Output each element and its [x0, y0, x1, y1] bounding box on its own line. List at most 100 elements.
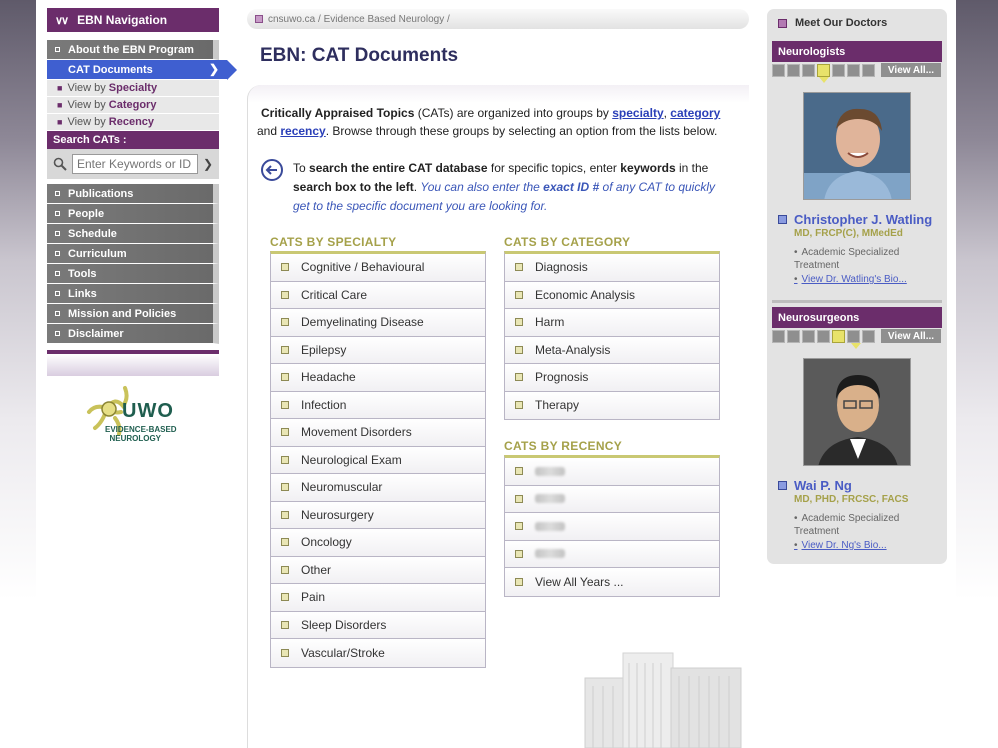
category-item[interactable]: Therapy	[505, 391, 719, 419]
specialty-label: Vascular/Stroke	[301, 645, 385, 660]
pager-dot[interactable]	[832, 63, 845, 77]
search-cats-heading: Search CATs :	[47, 131, 219, 149]
nav-item-about[interactable]: About the EBN Program	[47, 40, 219, 60]
pager-dot[interactable]	[862, 63, 875, 77]
doctor-photo-ng[interactable]	[803, 358, 911, 466]
subnav-recency[interactable]: ■ View by Recency	[47, 114, 219, 131]
list-bullet-icon	[281, 318, 289, 327]
pager-dot[interactable]	[862, 329, 875, 343]
list-bullet-icon	[515, 467, 523, 476]
category-item[interactable]: Meta-Analysis	[505, 336, 719, 364]
pager-dot[interactable]	[772, 329, 785, 343]
pager-dot[interactable]	[817, 329, 830, 343]
recency-item[interactable]	[505, 513, 719, 541]
nav-item-curriculum[interactable]: Curriculum	[47, 244, 219, 264]
link-recency[interactable]: recency	[280, 124, 325, 138]
search-icon	[51, 155, 69, 173]
category-item[interactable]: Diagnosis	[505, 254, 719, 282]
pager-dot[interactable]	[787, 63, 800, 77]
recency-heading: CATS BY RECENCY	[504, 439, 623, 453]
nav-item-tools[interactable]: Tools	[47, 264, 219, 284]
specialty-item[interactable]: Headache	[271, 364, 485, 392]
recency-view-all[interactable]: View All Years ...	[505, 568, 719, 596]
search-input[interactable]	[72, 154, 198, 174]
double-chevron-icon: ∨∨	[55, 14, 69, 27]
specialty-item[interactable]: Cognitive / Behavioural	[271, 254, 485, 282]
specialty-item[interactable]: Sleep Disorders	[271, 611, 485, 639]
doctor-name-ng[interactable]: Wai P. Ng	[778, 478, 852, 493]
chevron-right-icon: ❯	[208, 62, 219, 76]
specialty-label: Pain	[301, 590, 326, 605]
subnav-category[interactable]: ■ View by Category	[47, 97, 219, 114]
pager-dot[interactable]	[802, 63, 815, 77]
specialty-item[interactable]: Pain	[271, 584, 485, 612]
specialty-item[interactable]: Demyelinating Disease	[271, 309, 485, 337]
specialty-list: Cognitive / Behavioural Critical Care Demy…	[270, 251, 486, 668]
pager-dot[interactable]	[787, 329, 800, 343]
bio-link-watling[interactable]: • View Dr. Watling's Bio...	[794, 274, 907, 285]
nav-item-mission[interactable]: Mission and Policies	[47, 304, 219, 324]
specialty-label: Cognitive / Behavioural	[301, 260, 425, 275]
doctor-name-watling[interactable]: Christopher J. Watling	[778, 212, 932, 227]
list-bullet-icon	[281, 455, 289, 464]
hospital-building-image	[584, 652, 742, 748]
category-item[interactable]: Harm	[505, 309, 719, 337]
view-all-neurologists-button[interactable]: View All...	[881, 63, 941, 77]
neurosurgeons-heading: Neurosurgeons	[772, 307, 942, 328]
name-square-icon	[778, 481, 787, 490]
doctor-photo-watling[interactable]	[803, 92, 911, 200]
nav-item-people[interactable]: People	[47, 204, 219, 224]
list-bullet-icon	[281, 510, 289, 519]
list-bullet-icon	[281, 620, 289, 629]
pager-dot[interactable]	[772, 63, 785, 77]
pager-dot-active[interactable]	[832, 329, 845, 343]
list-bullet-icon	[515, 401, 523, 410]
heading-square-icon	[778, 18, 787, 28]
nav-item-disclaimer[interactable]: Disclaimer	[47, 324, 219, 344]
link-specialty[interactable]: specialty	[612, 106, 663, 120]
doctor-specialty: • Academic Specialized Treatment	[794, 247, 900, 271]
recency-item[interactable]	[505, 485, 719, 513]
specialty-item[interactable]: Critical Care	[271, 281, 485, 309]
pager-dot-active[interactable]	[817, 63, 830, 77]
specialty-item[interactable]: Neurosurgery	[271, 501, 485, 529]
bullet-icon	[55, 331, 60, 336]
list-bullet-icon	[515, 373, 523, 382]
nav-item-schedule[interactable]: Schedule	[47, 224, 219, 244]
bio-link-ng[interactable]: • View Dr. Ng's Bio...	[794, 540, 887, 551]
recency-item[interactable]	[505, 540, 719, 568]
link-category[interactable]: category	[670, 106, 720, 120]
specialty-item[interactable]: Oncology	[271, 529, 485, 557]
specialty-item[interactable]: Infection	[271, 391, 485, 419]
subnav-specialty[interactable]: ■ View by Specialty	[47, 80, 219, 97]
specialty-label: Demyelinating Disease	[301, 315, 424, 330]
recency-list: View All Years ...	[504, 455, 720, 597]
bullet-icon	[55, 291, 60, 296]
search-go-icon[interactable]: ❯	[201, 157, 215, 171]
breadcrumb-text[interactable]: cnsuwo.ca / Evidence Based Neurology /	[268, 14, 450, 25]
redacted-year	[535, 494, 565, 504]
recency-item[interactable]	[505, 458, 719, 486]
nav-header-label: EBN Navigation	[77, 13, 168, 27]
specialty-item[interactable]: Other	[271, 556, 485, 584]
pager-dot[interactable]	[847, 63, 860, 77]
specialty-item[interactable]: Neuromuscular	[271, 474, 485, 502]
neurologists-pager: View All...	[772, 62, 942, 78]
category-item[interactable]: Economic Analysis	[505, 281, 719, 309]
nav-item-publications[interactable]: Publications	[47, 184, 219, 204]
specialty-item[interactable]: Movement Disorders	[271, 419, 485, 447]
list-bullet-icon	[515, 318, 523, 327]
specialty-item[interactable]: Vascular/Stroke	[271, 639, 485, 667]
category-item[interactable]: Prognosis	[505, 364, 719, 392]
specialty-item[interactable]: Epilepsy	[271, 336, 485, 364]
specialty-item[interactable]: Neurological Exam	[271, 446, 485, 474]
specialty-label: Neurosurgery	[301, 507, 374, 522]
nav-item-label: CAT Documents	[68, 63, 153, 76]
nav-item-links[interactable]: Links	[47, 284, 219, 304]
search-box: ❯	[47, 149, 219, 179]
divider	[772, 300, 942, 303]
nav-item-cat-documents[interactable]: CAT Documents ❯	[47, 60, 237, 80]
pager-dot[interactable]	[847, 329, 860, 343]
view-all-neurosurgeons-button[interactable]: View All...	[881, 329, 941, 343]
pager-dot[interactable]	[802, 329, 815, 343]
